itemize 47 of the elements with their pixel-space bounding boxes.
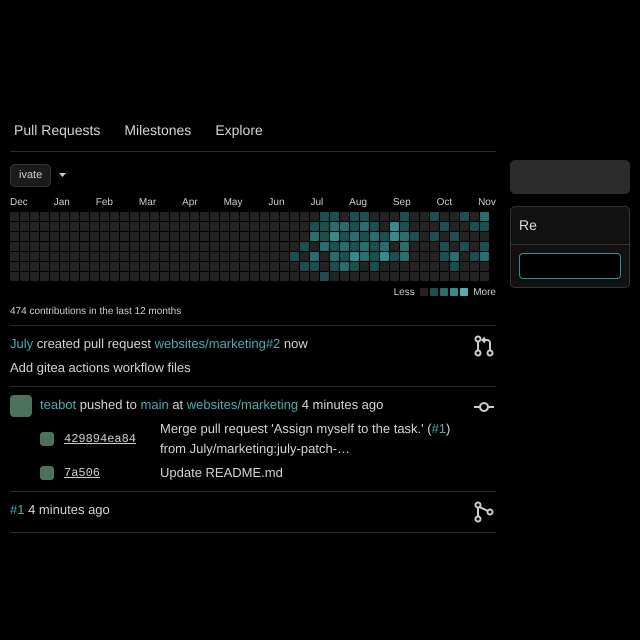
text-link[interactable]: #1 (432, 421, 446, 436)
activity-line: July created pull request websites/marketing#2 now (10, 334, 309, 353)
legend-swatch (420, 288, 428, 296)
avatar-image (40, 432, 54, 446)
pull-request-icon (472, 334, 496, 358)
visibility-filter-button[interactable]: ivate (10, 164, 52, 186)
avatar-image (10, 394, 32, 416)
month-label: Apr (182, 196, 198, 210)
text-link[interactable]: websites/marketing#2 (154, 336, 280, 350)
text-link[interactable]: July (10, 336, 34, 350)
month-label: Dec (10, 196, 28, 210)
month-label: Feb (96, 196, 113, 210)
text-link[interactable]: websites/marketing (186, 396, 298, 412)
legend-swatch (450, 288, 458, 296)
contribution-summary: 474 contributions in the last 12 months (10, 300, 496, 326)
legend-swatch (440, 288, 448, 296)
legend-label: Less (394, 286, 415, 300)
nav-link-item[interactable]: Milestones (124, 120, 192, 141)
activity-title: Add gitea actions workflow files (10, 359, 192, 377)
search-field[interactable] (519, 253, 621, 279)
branch-icon (472, 500, 496, 524)
month-label: Jul (310, 196, 324, 210)
month-label: Sep (392, 196, 411, 210)
activity-line: teabot pushed to main at websites/marketing 4 minutes ago (40, 396, 384, 414)
month-label: Jun (268, 196, 285, 210)
commit-message: Update README.md (160, 464, 283, 482)
legend-swatch (430, 288, 438, 296)
legend-swatch (460, 288, 468, 296)
nav-link-item[interactable]: Explore (215, 120, 263, 141)
caret-icon[interactable] (59, 173, 66, 178)
avatar-image (40, 466, 54, 480)
commit-sha[interactable]: 429894ea84 (64, 430, 150, 448)
month-label: Jan (54, 196, 70, 210)
activity-line: #1 4 minutes ago (10, 500, 111, 519)
month-label: May (224, 196, 242, 210)
commit-message: Merge pull request 'Assign myself to the task.' (#1) from July/marketing:july-patch-… (160, 420, 452, 458)
panel-title: Re (511, 207, 629, 245)
month-label: Oct (436, 196, 452, 210)
text-link[interactable]: teabot (40, 396, 76, 412)
commit-sha[interactable]: 7a506 (64, 464, 150, 482)
text-link[interactable]: main (140, 396, 169, 412)
month-label: Mar (138, 196, 156, 210)
month-label: Nov (478, 196, 496, 210)
nav-link-item[interactable]: Pull Requests (14, 120, 100, 141)
legend-label: More (473, 286, 496, 300)
text-link[interactable]: #1 (10, 502, 24, 516)
month-label: Aug (349, 196, 367, 210)
